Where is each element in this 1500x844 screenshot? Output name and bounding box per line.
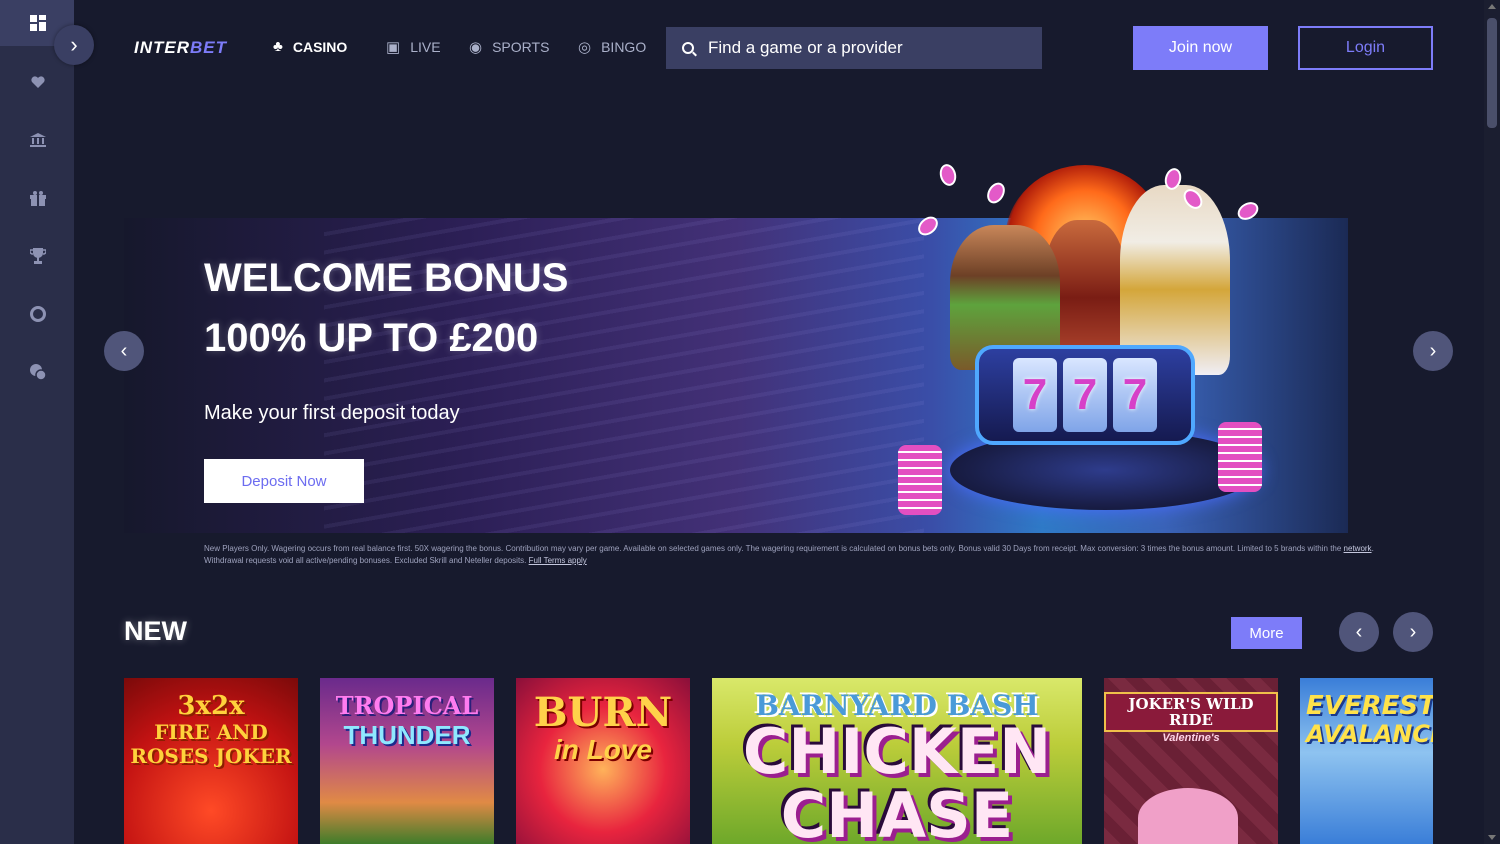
game-tile[interactable]: TROPICAL THUNDER — [320, 678, 494, 844]
more-button[interactable]: More — [1231, 617, 1302, 649]
chip — [937, 162, 959, 188]
nav-casino[interactable]: ♣ CASINO — [273, 38, 347, 55]
chip-stack — [898, 445, 942, 515]
chevron-right-icon: › — [1409, 620, 1417, 643]
scroll-up-arrow-icon[interactable] — [1488, 4, 1496, 9]
games-next-button[interactable]: › — [1393, 612, 1433, 652]
game-tile[interactable]: BARNYARD BASH CHICKEN CHASE — [712, 678, 1082, 844]
nav-sports-label: SPORTS — [492, 39, 550, 55]
network-link[interactable]: network — [1344, 544, 1372, 553]
nav-sports[interactable]: ◉ SPORTS — [469, 38, 549, 56]
sidebar-expand-button[interactable]: › — [54, 25, 94, 65]
game-tile[interactable]: BURN in Love — [516, 678, 690, 844]
bingo-icon: ◎ — [578, 39, 592, 56]
banner-artwork: 7 7 7 — [890, 160, 1280, 520]
chip — [914, 212, 942, 240]
game-tile[interactable]: JOKER'S WILD RIDE Valentine's — [1104, 678, 1278, 844]
chat-icon[interactable] — [26, 360, 50, 384]
join-now-button[interactable]: Join now — [1133, 26, 1268, 70]
sports-icon: ◉ — [469, 39, 483, 56]
game-tile[interactable]: EVEREST AVALANCHE — [1300, 678, 1433, 844]
scrollbar-thumb[interactable] — [1487, 18, 1497, 128]
section-title-new: NEW — [124, 616, 187, 646]
chip-stack — [1218, 422, 1262, 492]
full-terms-link[interactable]: Full Terms apply — [529, 556, 587, 565]
game-subtitle: Valentine's — [1162, 732, 1220, 744]
game-title: EVEREST — [1306, 691, 1433, 721]
game-title: TROPICAL — [335, 691, 479, 720]
logo[interactable]: INTERBET — [134, 38, 227, 58]
game-subtitle: AVALANCHE — [1306, 720, 1433, 748]
scroll-down-arrow-icon[interactable] — [1488, 835, 1496, 840]
disclaimer-text: New Players Only. Wagering occurs from r… — [204, 544, 1344, 553]
chevron-left-icon: ‹ — [120, 339, 128, 362]
nav-live-label: LIVE — [410, 39, 441, 55]
search-icon — [682, 42, 694, 54]
chevron-right-icon: › — [1429, 339, 1437, 362]
game-title: BURN — [533, 689, 673, 736]
login-button[interactable]: Login — [1298, 26, 1433, 70]
logo-inter: INTER — [134, 38, 190, 57]
nav-casino-label: CASINO — [292, 38, 348, 55]
game-title: JOKER'S WILD RIDE — [1104, 692, 1278, 732]
heart-icon[interactable] — [26, 70, 50, 94]
banner-prev-button[interactable]: ‹ — [104, 331, 144, 371]
game-title: 3x2x — [177, 691, 245, 721]
search-placeholder: Find a game or a provider — [708, 38, 903, 57]
banner-next-button[interactable]: › — [1413, 331, 1453, 371]
chevron-left-icon: ‹ — [1355, 620, 1363, 643]
bank-icon[interactable] — [26, 128, 50, 152]
game-subtitle: THUNDER — [343, 720, 471, 750]
casino-icon: ♣ — [273, 38, 283, 55]
chip — [983, 179, 1009, 207]
slot-machine: 7 7 7 — [975, 345, 1195, 445]
game-subtitle: CHICKEN CHASE — [742, 715, 1052, 844]
banner-title: WELCOME BONUS — [204, 256, 569, 300]
banner-subtitle: Make your first deposit today — [204, 402, 460, 424]
nav-bingo[interactable]: ◎ BINGO — [578, 38, 646, 56]
slot-reel: 7 — [1013, 358, 1057, 432]
slot-reel: 7 — [1063, 358, 1107, 432]
deposit-now-button[interactable]: Deposit Now — [204, 459, 364, 503]
game-subtitle: FIRE AND ROSES JOKER — [130, 720, 292, 768]
chevron-right-icon: › — [70, 32, 78, 57]
trophy-icon[interactable] — [26, 244, 50, 268]
search-input[interactable]: Find a game or a provider — [666, 27, 1042, 69]
game-tile[interactable]: 3x2x FIRE AND ROSES JOKER — [124, 678, 298, 844]
games-prev-button[interactable]: ‹ — [1339, 612, 1379, 652]
bonus-disclaimer: New Players Only. Wagering occurs from r… — [204, 543, 1374, 567]
scrollbar[interactable] — [1484, 0, 1500, 844]
game-subtitle: in Love — [553, 734, 652, 765]
logo-bet: BET — [190, 38, 227, 57]
dashboard-icon — [30, 15, 46, 31]
nav-live[interactable]: ▣ LIVE — [386, 38, 441, 56]
chip — [1234, 198, 1262, 224]
live-icon: ▣ — [386, 39, 401, 56]
heart-gift-box — [1138, 788, 1238, 844]
sidebar — [0, 0, 74, 844]
support-icon[interactable] — [26, 302, 50, 326]
gift-icon[interactable] — [26, 186, 50, 210]
nav-bingo-label: BINGO — [601, 39, 647, 55]
slot-reel: 7 — [1113, 358, 1157, 432]
banner-offer: 100% UP TO £200 — [204, 316, 539, 360]
